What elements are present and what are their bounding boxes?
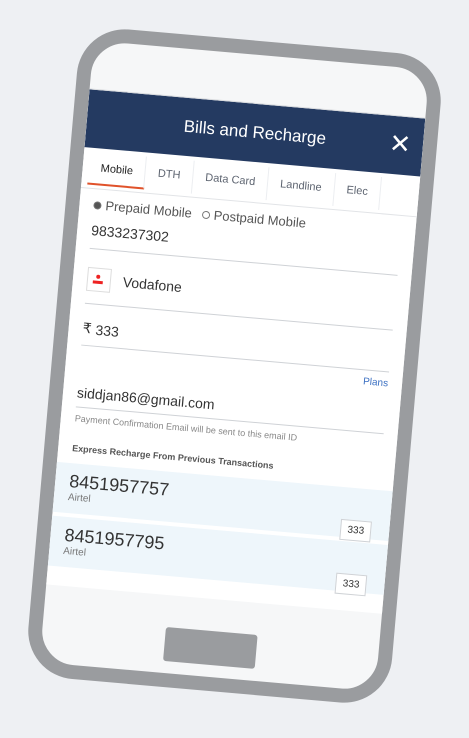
recharge-form: Prepaid Mobile Postpaid Mobile 983323730… xyxy=(47,188,417,597)
operator-name: Vodafone xyxy=(122,273,183,296)
amount-value: 333 xyxy=(94,321,120,340)
txn-amount-button[interactable]: 333 xyxy=(339,518,372,543)
phone-frame: Bills and Recharge ✕ Mobile DTH Data Car… xyxy=(24,25,445,707)
tab-electricity[interactable]: Elec xyxy=(333,172,383,210)
vodafone-logo-icon xyxy=(85,266,112,293)
rupee-icon: ₹ xyxy=(82,319,93,337)
tab-data-card[interactable]: Data Card xyxy=(191,160,270,200)
page-title: Bills and Recharge xyxy=(183,116,327,149)
tab-mobile[interactable]: Mobile xyxy=(87,151,148,189)
radio-selected-icon xyxy=(93,200,102,210)
tab-dth[interactable]: DTH xyxy=(144,156,195,194)
tab-landline[interactable]: Landline xyxy=(266,166,336,206)
app-screen: Bills and Recharge ✕ Mobile DTH Data Car… xyxy=(46,88,426,614)
close-icon[interactable]: ✕ xyxy=(388,128,412,160)
radio-unselected-icon xyxy=(201,210,211,219)
txn-amount-button[interactable]: 333 xyxy=(334,572,368,597)
